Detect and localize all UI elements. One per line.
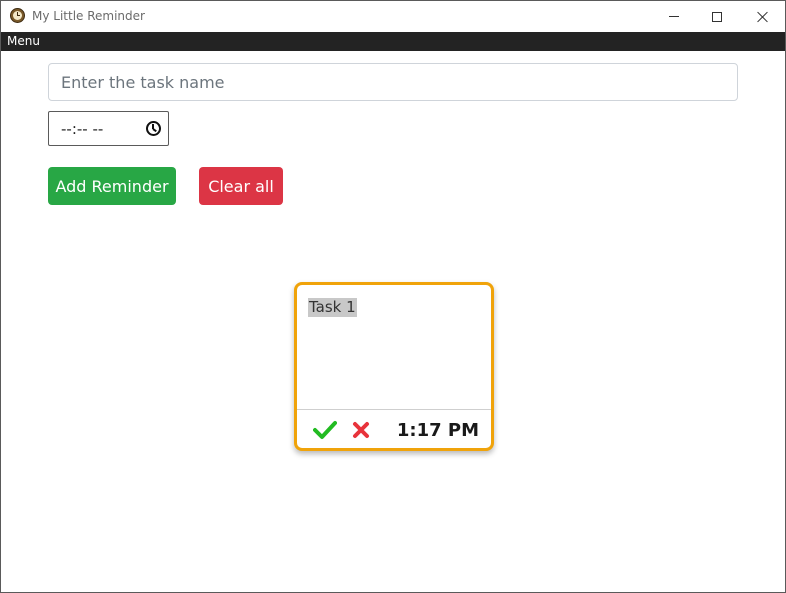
clock-icon[interactable]: [146, 121, 161, 136]
add-reminder-button[interactable]: Add Reminder: [48, 167, 176, 205]
menu-item-menu[interactable]: Menu: [7, 34, 40, 48]
cross-icon[interactable]: [352, 421, 370, 439]
reminder-time: 1:17 PM: [396, 420, 479, 441]
reminder-card-footer: 1:17 PM: [297, 409, 491, 449]
close-icon: [757, 11, 769, 23]
time-input[interactable]: --:-- --: [48, 111, 169, 146]
reminder-task-name[interactable]: Task 1: [308, 298, 357, 317]
clear-all-button[interactable]: Clear all: [199, 167, 283, 205]
time-value: --:-- --: [61, 120, 104, 138]
app-clock-icon: [10, 8, 25, 23]
check-icon[interactable]: [313, 420, 337, 440]
reminder-card: Task 1 1:17 PM: [294, 282, 494, 451]
close-button[interactable]: [740, 1, 785, 32]
minimize-icon: [669, 16, 679, 17]
title-bar: My Little Reminder: [1, 1, 785, 32]
app-window: My Little Reminder Menu --:-- -- Add Rem…: [0, 0, 786, 593]
window-title: My Little Reminder: [32, 9, 145, 23]
task-name-input[interactable]: [48, 63, 738, 101]
minimize-button[interactable]: [651, 1, 697, 32]
maximize-button[interactable]: [694, 1, 740, 32]
menu-bar: Menu: [1, 32, 785, 51]
maximize-icon: [712, 11, 722, 22]
